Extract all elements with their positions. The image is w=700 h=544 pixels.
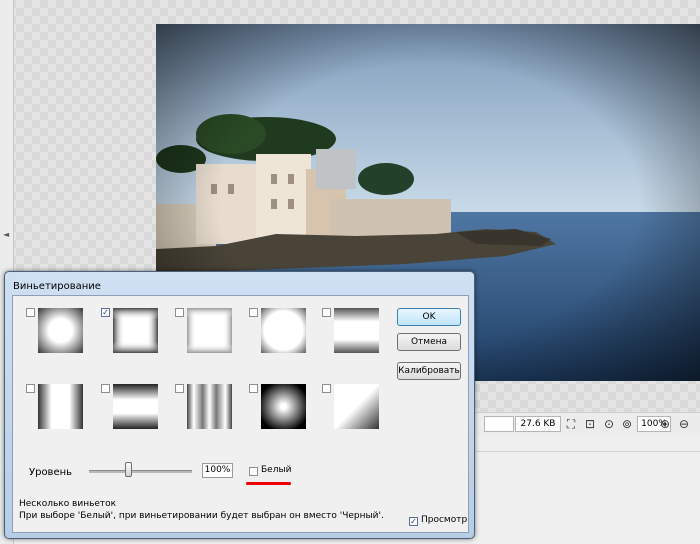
white-checkbox[interactable] bbox=[249, 467, 258, 476]
white-checkbox-label[interactable]: Белый bbox=[261, 465, 291, 475]
soft-round-vignette-icon[interactable] bbox=[38, 308, 83, 353]
actual-size-icon[interactable]: ⊙ bbox=[601, 416, 617, 432]
file-size: 27.6 KB bbox=[515, 416, 561, 432]
preset-4-checkbox[interactable] bbox=[249, 308, 258, 317]
description-line-1: Несколько виньеток bbox=[19, 499, 117, 509]
zoom-in-icon[interactable]: ⊕ bbox=[657, 416, 673, 432]
corner-vignette-icon[interactable] bbox=[261, 308, 306, 353]
vertical-stripes-vignette-icon[interactable] bbox=[187, 384, 232, 429]
zoom-fit-icon[interactable]: ⊡ bbox=[582, 416, 598, 432]
preset-8-checkbox[interactable] bbox=[175, 384, 184, 393]
soft-square-vignette-icon[interactable] bbox=[187, 308, 232, 353]
scroll-left-arrow-icon[interactable]: ◄ bbox=[3, 230, 9, 239]
preset-6-checkbox[interactable] bbox=[26, 384, 35, 393]
ok-button[interactable]: OK bbox=[397, 308, 461, 326]
preset-1-checkbox[interactable] bbox=[26, 308, 35, 317]
level-value-field[interactable]: 100% bbox=[202, 463, 233, 478]
dialog-body: ✓ OK Отмена Калибровать Уровень 100% Бел… bbox=[12, 295, 469, 533]
fit-screen-icon[interactable]: ⛶ bbox=[563, 416, 579, 432]
square-vignette-icon[interactable] bbox=[113, 308, 158, 353]
diagonal-vignette-icon[interactable] bbox=[334, 384, 379, 429]
preset-7-checkbox[interactable] bbox=[101, 384, 110, 393]
preset-10-checkbox[interactable] bbox=[322, 384, 331, 393]
top-bottom-vignette-icon[interactable] bbox=[113, 384, 158, 429]
cancel-button[interactable]: Отмена bbox=[397, 333, 461, 351]
preview-checkbox-label[interactable]: Просмотр bbox=[421, 515, 467, 525]
dark-round-vignette-icon[interactable] bbox=[261, 384, 306, 429]
status-field bbox=[484, 416, 514, 432]
calibrate-button[interactable]: Калибровать bbox=[397, 362, 461, 380]
red-underline-annotation bbox=[246, 482, 291, 485]
description-line-2: При выборе 'Белый', при виньетировании б… bbox=[19, 511, 384, 521]
vignette-dialog: Виньетирование ✓ OK Отмена Калибровать У… bbox=[4, 271, 475, 539]
preset-3-checkbox[interactable] bbox=[175, 308, 184, 317]
preview-checkbox[interactable]: ✓ bbox=[409, 517, 418, 526]
preset-5-checkbox[interactable] bbox=[322, 308, 331, 317]
zoom-out-icon[interactable]: ⊖ bbox=[676, 416, 692, 432]
dialog-title: Виньетирование bbox=[13, 281, 101, 292]
level-label: Уровень bbox=[29, 467, 73, 478]
level-slider-track[interactable] bbox=[89, 470, 192, 473]
preset-9-checkbox[interactable] bbox=[249, 384, 258, 393]
top-bottom-soft-vignette-icon[interactable] bbox=[334, 308, 379, 353]
zoom-reset-icon[interactable]: ⊚ bbox=[619, 416, 635, 432]
level-slider-thumb[interactable] bbox=[125, 462, 132, 477]
left-right-vignette-icon[interactable] bbox=[38, 384, 83, 429]
preset-2-checkbox[interactable]: ✓ bbox=[101, 308, 110, 317]
